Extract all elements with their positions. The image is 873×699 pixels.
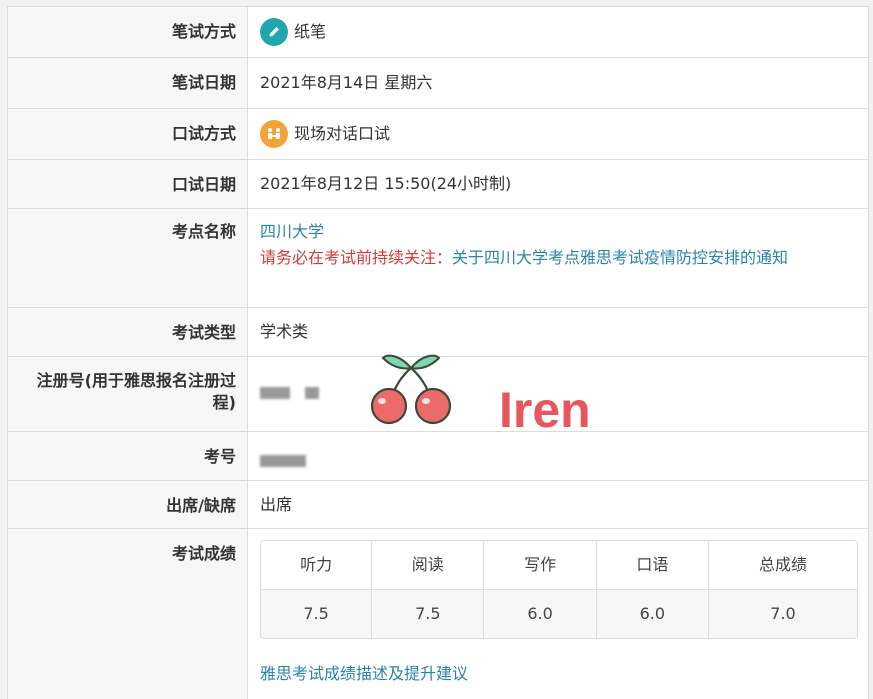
listening-header: 听力 [261, 541, 373, 590]
speaking-date-value: 2021年8月12日 15:50(24小时制) [260, 174, 512, 193]
notice-link[interactable]: 关于四川大学考点雅思考试疫情防控安排的通知 [452, 248, 788, 267]
speaking-method-label: 口试方式 [8, 109, 248, 159]
written-method-value: 纸笔 [248, 7, 868, 57]
test-type-label: 考试类型 [8, 308, 248, 356]
written-method-text: 纸笔 [294, 22, 327, 41]
speaking-method-text: 现场对话口试 [294, 124, 391, 143]
attendance-label: 出席/缺席 [8, 481, 248, 528]
row-results: 考试成绩 听力 阅读 写作 口语 总成绩 7.5 7.5 6.0 6.0 7.0… [8, 529, 868, 699]
written-date-label: 笔试日期 [8, 58, 248, 108]
speaking-method-value: 现场对话口试 [248, 109, 868, 159]
row-speaking-date: 口试日期 2021年8月12日 15:50(24小时制) [8, 160, 868, 209]
test-center-label: 考点名称 [8, 209, 248, 307]
test-center-value: 四川大学 请务必在考试前持续关注：关于四川大学考点雅思考试疫情防控安排的通知 [248, 209, 868, 307]
writing-header: 写作 [483, 541, 597, 590]
redacted-block [305, 386, 320, 399]
speaking-header: 口语 [596, 541, 710, 590]
results-value: 听力 阅读 写作 口语 总成绩 7.5 7.5 6.0 6.0 7.0 雅思考试… [248, 529, 870, 699]
reading-score: 7.5 [371, 589, 485, 638]
speaking-date-label: 口试日期 [8, 160, 248, 208]
row-attendance: 出席/缺席 出席 [8, 481, 868, 529]
row-written-date: 笔试日期 2021年8月14日 星期六 [8, 58, 868, 109]
row-test-center: 考点名称 四川大学 请务必在考试前持续关注：关于四川大学考点雅思考试疫情防控安排… [8, 209, 868, 308]
results-label: 考试成绩 [8, 529, 248, 699]
test-center-link[interactable]: 四川大学 [260, 219, 856, 245]
row-written-method: 笔试方式 纸笔 [8, 7, 868, 58]
overall-score: 7.0 [708, 589, 857, 638]
notice-prefix: 请务必在考试前持续关注： [260, 248, 453, 267]
cherry-icon [365, 350, 457, 430]
registration-no-label: 注册号(用于雅思报名注册过程) [8, 357, 248, 431]
scores-table: 听力 阅读 写作 口语 总成绩 7.5 7.5 6.0 6.0 7.0 [260, 540, 858, 639]
pencil-icon [260, 18, 288, 46]
speaking-score: 6.0 [596, 589, 710, 638]
results-advice-link[interactable]: 雅思考试成绩描述及提升建议 [260, 661, 858, 687]
row-speaking-method: 口试方式 现场对话口试 [8, 109, 868, 160]
row-candidate-no: 考号 [8, 432, 868, 481]
reading-header: 阅读 [371, 541, 485, 590]
overall-header: 总成绩 [708, 541, 857, 590]
redacted-block [260, 454, 306, 467]
watermark-text: Iren [499, 382, 591, 438]
written-method-label: 笔试方式 [8, 7, 248, 57]
attendance-value: 出席 [260, 495, 293, 514]
redacted-block [260, 386, 290, 399]
listening-score: 7.5 [261, 589, 373, 638]
written-date-value: 2021年8月14日 星期六 [260, 73, 433, 92]
face-to-face-icon [260, 120, 288, 148]
candidate-no-label: 考号 [8, 432, 248, 480]
test-type-value: 学术类 [260, 322, 309, 341]
candidate-no-value [248, 432, 868, 480]
writing-score: 6.0 [483, 589, 597, 638]
